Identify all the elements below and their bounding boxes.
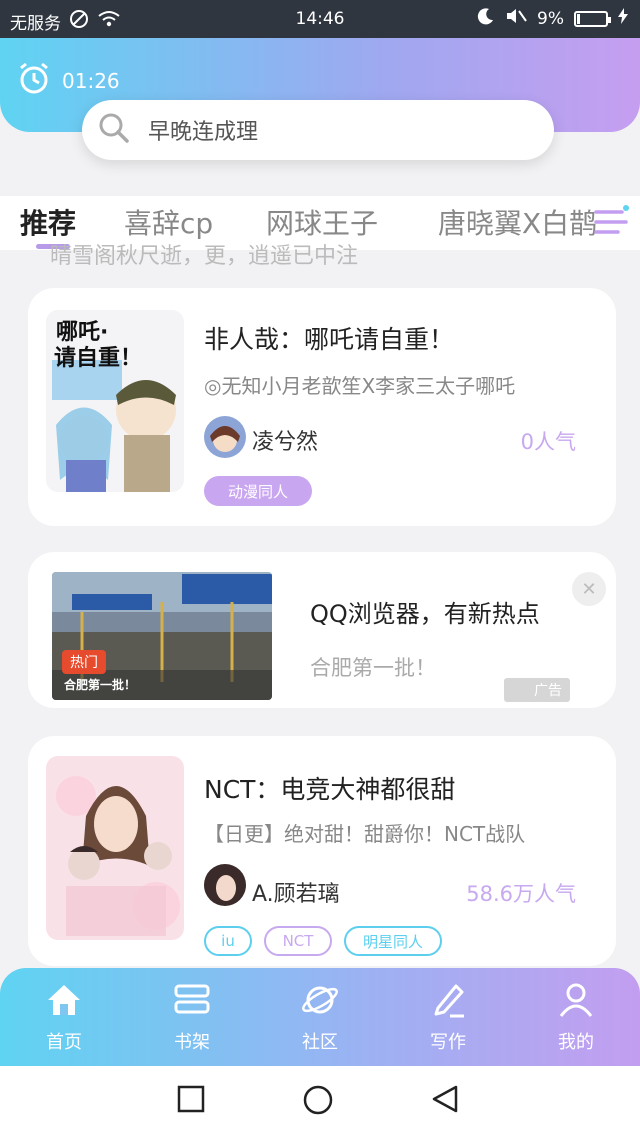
book-title: NCT：电竞大神都很甜 xyxy=(204,775,456,804)
back-triangle-icon[interactable] xyxy=(430,1084,460,1118)
ad-image-caption: 合肥第一批！ xyxy=(64,678,137,692)
nav-community[interactable]: 社区 xyxy=(280,980,360,1054)
tag-nct[interactable]: NCT xyxy=(264,926,332,956)
tag-anime-fanfic[interactable]: 动漫同人 xyxy=(204,476,312,506)
category-menu-icon[interactable] xyxy=(592,200,632,244)
home-circle-icon[interactable] xyxy=(302,1084,334,1120)
book-description: 【日更】绝对甜！甜爵你！NCT战队 xyxy=(204,822,526,846)
ad-card[interactable]: 热门 合肥第一批！ QQ浏览器，有新热点 合肥第一批！ ✕ 广告 xyxy=(28,552,616,708)
recent-apps-icon[interactable] xyxy=(176,1084,206,1118)
search-input[interactable]: 早晚连成理 xyxy=(82,100,554,160)
moon-icon xyxy=(477,7,495,30)
ad-image: 热门 合肥第一批！ xyxy=(52,572,272,700)
search-placeholder: 早晚连成理 xyxy=(148,120,259,145)
popularity-count: 0人气 xyxy=(520,430,576,454)
cover-title-line2: 请自重！ xyxy=(54,346,143,371)
timer-value: 01:26 xyxy=(62,68,120,93)
ad-label: 广告 xyxy=(504,678,570,702)
avatar xyxy=(204,864,246,906)
nav-community-label: 社区 xyxy=(302,1032,338,1053)
book-title: 非人哉：哪吒请自重！ xyxy=(204,325,455,354)
home-icon xyxy=(44,985,84,1024)
bookshelf-icon xyxy=(172,984,212,1024)
tag-celebrity-fanfic[interactable]: 明星同人 xyxy=(344,926,442,956)
book-card[interactable]: NCT：电竞大神都很甜 【日更】绝对甜！甜爵你！NCT战队 A.顾若璃 58.6… xyxy=(28,736,616,966)
tag-iu[interactable]: iu xyxy=(204,926,252,956)
planet-icon xyxy=(300,986,340,1024)
nav-profile-label: 我的 xyxy=(558,1032,594,1053)
alarm-clock-icon xyxy=(16,60,52,101)
tab-tennis-prince[interactable]: 网球王子 xyxy=(266,202,378,242)
nav-home-label: 首页 xyxy=(46,1032,82,1053)
nav-profile[interactable]: 我的 xyxy=(536,980,616,1054)
close-ad-button[interactable]: ✕ xyxy=(572,572,606,606)
reading-timer[interactable]: 01:26 xyxy=(16,60,120,101)
avatar xyxy=(204,416,246,458)
book-cover xyxy=(46,756,184,940)
tab-recommend[interactable]: 推荐 xyxy=(20,202,76,242)
system-navigation-bar xyxy=(0,1066,640,1138)
popularity-count: 58.6万人气 xyxy=(466,882,576,906)
author-name: A.顾若璃 xyxy=(252,882,340,907)
battery-percent: 9% xyxy=(537,8,564,29)
battery-icon xyxy=(574,10,611,27)
mute-icon xyxy=(505,7,527,30)
ad-title: QQ浏览器，有新热点 xyxy=(310,600,540,628)
tab-tang-xiaoyi[interactable]: 唐晓翼X白鹊 xyxy=(438,202,597,242)
bottom-navigation: 首页 书架 社区 写作 我的 xyxy=(0,968,640,1066)
author-name: 凌兮然 xyxy=(252,430,319,455)
search-icon xyxy=(96,110,132,150)
user-icon xyxy=(556,983,596,1024)
ad-subtitle: 合肥第一批！ xyxy=(310,656,436,680)
pen-icon xyxy=(428,984,468,1024)
nav-home[interactable]: 首页 xyxy=(24,980,104,1054)
book-cover: 哪吒· 请自重！ xyxy=(46,310,184,492)
book-card[interactable]: 哪吒· 请自重！ 非人哉：哪吒请自重！ ◎无知小月老歆笙X李家三太子哪吒 凌兮然… xyxy=(28,288,616,526)
nav-write[interactable]: 写作 xyxy=(408,980,488,1054)
nav-bookshelf[interactable]: 书架 xyxy=(152,980,232,1054)
nav-bookshelf-label: 书架 xyxy=(174,1032,210,1053)
charging-icon xyxy=(618,8,628,29)
hot-badge: 热门 xyxy=(62,650,106,674)
battery-fill xyxy=(577,13,580,24)
partially-hidden-text: 晴雪阁秋尺逝，更，逍遥已中注 xyxy=(50,244,359,266)
tab-xici-cp[interactable]: 喜辞cp xyxy=(124,202,213,242)
book-description: ◎无知小月老歆笙X李家三太子哪吒 xyxy=(204,374,516,398)
status-bar: 无服务 14:46 9% xyxy=(0,0,640,38)
nav-write-label: 写作 xyxy=(430,1032,466,1053)
